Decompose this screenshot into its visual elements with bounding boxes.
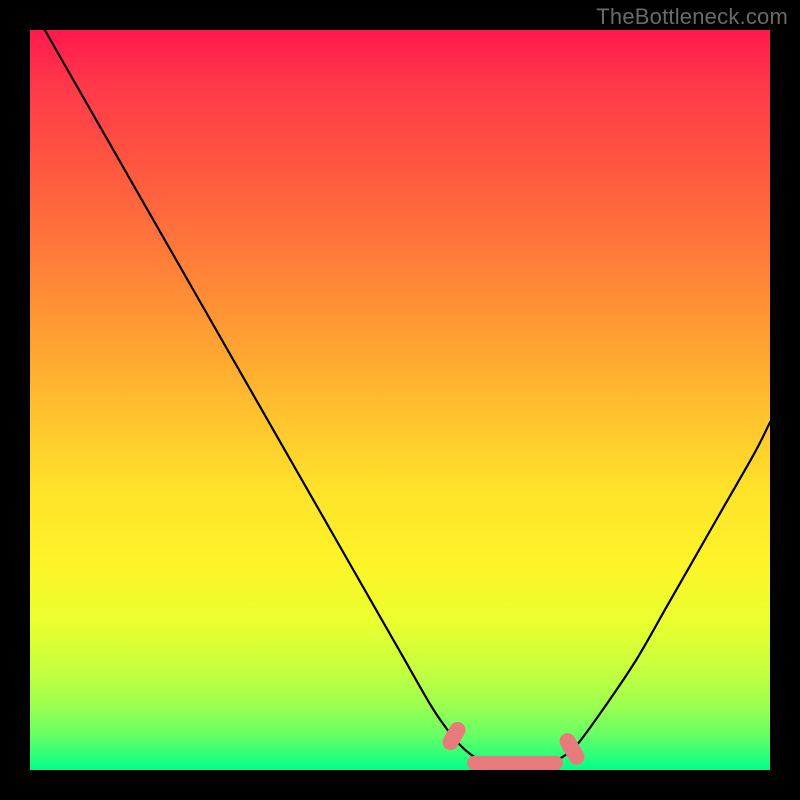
- chart-container: TheBottleneck.com: [0, 0, 800, 800]
- watermark-text: TheBottleneck.com: [596, 4, 788, 30]
- highlight-flat-band: [467, 756, 563, 770]
- plot-area: [30, 30, 770, 770]
- bottleneck-curve: [45, 30, 770, 768]
- curve-svg: [30, 30, 770, 770]
